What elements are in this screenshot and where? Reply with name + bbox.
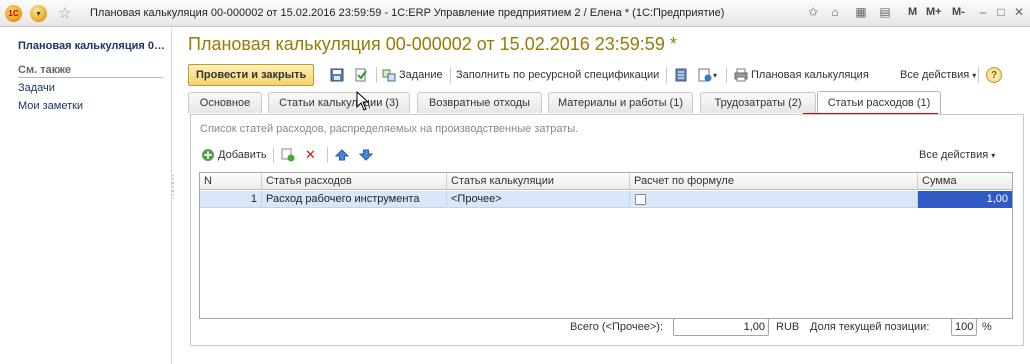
share-label: Доля текущей позиции: <box>810 321 930 333</box>
currency-label: RUB <box>776 321 800 333</box>
fill-by-spec-button[interactable]: Заполнить по ресурсной спецификации <box>456 64 659 86</box>
memory-m-minus-button[interactable]: M- <box>952 6 965 18</box>
by-formula-checkbox[interactable] <box>635 194 646 205</box>
page-title: Плановая калькуляция 00-000002 от 15.02.… <box>188 34 677 54</box>
home-icon[interactable]: ⌂ <box>826 3 844 21</box>
sidebar-section-see-also: См. также <box>18 64 163 78</box>
main-menu-icon[interactable]: ▾ <box>30 4 47 22</box>
all-actions-label: Все действия <box>900 69 970 81</box>
table-all-actions-menu[interactable]: Все действия ▾ <box>919 145 995 165</box>
percent-label: % <box>982 321 992 333</box>
sidebar-link-tasks[interactable]: Задачи <box>18 82 55 94</box>
minimize-icon[interactable]: – <box>974 3 992 21</box>
add-icon <box>201 148 215 162</box>
create-based-icon <box>698 68 712 82</box>
column-header-n[interactable]: N <box>200 173 262 190</box>
share-field[interactable]: 100 <box>951 318 977 336</box>
task-button-label: Задание <box>399 69 443 81</box>
table-row[interactable]: 1 Расход рабочего инструмента <Прочее> 1… <box>200 191 1012 208</box>
column-header-by-formula[interactable]: Расчет по формуле <box>630 173 918 190</box>
delete-icon: ✕ <box>305 147 316 162</box>
chevron-down-icon: ▾ <box>713 70 718 80</box>
printer-icon <box>734 68 748 82</box>
total-field[interactable]: 1,00 <box>673 318 769 336</box>
column-header-expense-item[interactable]: Статья расходов <box>262 173 447 190</box>
row-by-formula-cell <box>630 191 918 208</box>
window-title: Плановая калькуляция 00-000002 от 15.02.… <box>90 7 725 19</box>
totals-footer: Всего (<Прочее>): 1,00 RUB Доля текущей … <box>178 318 1030 338</box>
task-button[interactable]: Задание <box>382 64 443 86</box>
create-based-on-button[interactable]: ▾ <box>698 64 717 86</box>
add-button-label: Добавить <box>218 149 267 161</box>
splitter-grip-icon[interactable]: ⋮ ⋮ ⋮ <box>168 175 178 201</box>
help-button[interactable]: ? <box>986 64 1002 86</box>
row-calculation-item[interactable]: <Прочее> <box>447 191 630 208</box>
save-icon <box>330 68 344 82</box>
save-button[interactable] <box>330 64 344 86</box>
column-header-sum[interactable]: Сумма <box>918 173 1012 190</box>
help-icon: ? <box>986 67 1002 83</box>
favorite-star-icon[interactable]: ☆ <box>58 4 71 22</box>
memory-m-button[interactable]: M <box>908 6 917 18</box>
calculator-icon[interactable]: ▦ <box>852 3 870 21</box>
tab-main[interactable]: Основное <box>188 92 262 113</box>
sidebar-link-notes[interactable]: Мои заметки <box>18 100 83 112</box>
tab-returnable-waste[interactable]: Возвратные отходы <box>417 92 542 113</box>
print-button-label: Плановая калькуляция <box>751 69 869 81</box>
memory-m-plus-button[interactable]: M+ <box>926 6 942 18</box>
table-toolbar: Добавить ✕ Все действия ▾ <box>201 145 1013 165</box>
print-calculation-button[interactable]: Плановая калькуляция <box>734 64 869 86</box>
post-document-icon <box>354 68 368 82</box>
form-toolbar: Провести и закрыть Задание Заполнить по … <box>188 64 1018 86</box>
task-icon <box>382 68 396 82</box>
total-label: Всего (<Прочее>): <box>570 321 663 333</box>
window-titlebar: 1С ▾ ☆ Плановая калькуляция 00-000002 от… <box>0 0 1030 27</box>
favorites-icon[interactable]: ✩ <box>804 3 822 21</box>
expense-items-panel: Список статей расходов, распределяемых н… <box>190 114 1024 346</box>
sidebar-title[interactable]: Плановая калькуляция 00-000002 от 15.02.… <box>18 40 168 52</box>
expense-items-table[interactable]: N Статья расходов Статья калькуляции Рас… <box>199 172 1013 319</box>
chevron-down-icon: ▾ <box>972 70 977 80</box>
copy-row-button[interactable] <box>281 145 295 165</box>
move-down-button[interactable] <box>359 145 373 165</box>
copy-icon <box>281 148 295 162</box>
post-and-close-button[interactable]: Провести и закрыть <box>188 64 315 86</box>
move-up-button[interactable] <box>335 145 349 165</box>
navigation-panel: Плановая калькуляция 00-000002 от 15.02.… <box>0 28 178 364</box>
all-actions-menu[interactable]: Все действия ▾ <box>900 64 976 86</box>
add-button[interactable]: Добавить <box>201 145 267 165</box>
restore-icon[interactable]: □ <box>992 3 1010 21</box>
row-number: 1 <box>200 191 262 208</box>
post-button[interactable] <box>354 64 368 86</box>
row-expense-item[interactable]: Расход рабочего инструмента <box>262 191 447 208</box>
chevron-down-icon: ▾ <box>991 150 996 160</box>
form-tabs: Основное Статьи калькуляции (3) Возвратн… <box>188 91 1024 114</box>
document-form: Плановая калькуляция 00-000002 от 15.02.… <box>178 28 1030 364</box>
app-logo-icon[interactable]: 1С <box>5 4 22 22</box>
close-icon[interactable]: ✕ <box>1010 3 1028 21</box>
tab-labor-costs[interactable]: Трудозатраты (2) <box>700 92 816 113</box>
tab-expense-items[interactable]: Статьи расходов (1) <box>817 91 941 114</box>
table-all-actions-label: Все действия <box>919 149 989 161</box>
report-list-button[interactable] <box>674 64 688 86</box>
row-sum[interactable]: 1,00 <box>918 191 1012 208</box>
arrow-down-icon <box>359 148 373 162</box>
list-icon <box>674 68 688 82</box>
mouse-cursor-icon <box>356 91 370 111</box>
delete-row-button[interactable]: ✕ <box>305 145 316 165</box>
table-header: N Статья расходов Статья калькуляции Рас… <box>200 173 1012 190</box>
tab-calculation-items[interactable]: Статьи калькуляции (3) <box>268 92 410 113</box>
column-header-calculation-item[interactable]: Статья калькуляции <box>447 173 630 190</box>
panel-hint: Список статей расходов, распределяемых н… <box>200 123 579 135</box>
calendar-icon[interactable]: ▤ <box>876 3 894 21</box>
tab-materials-works[interactable]: Материалы и работы (1) <box>548 92 693 113</box>
arrow-up-icon <box>335 148 349 162</box>
